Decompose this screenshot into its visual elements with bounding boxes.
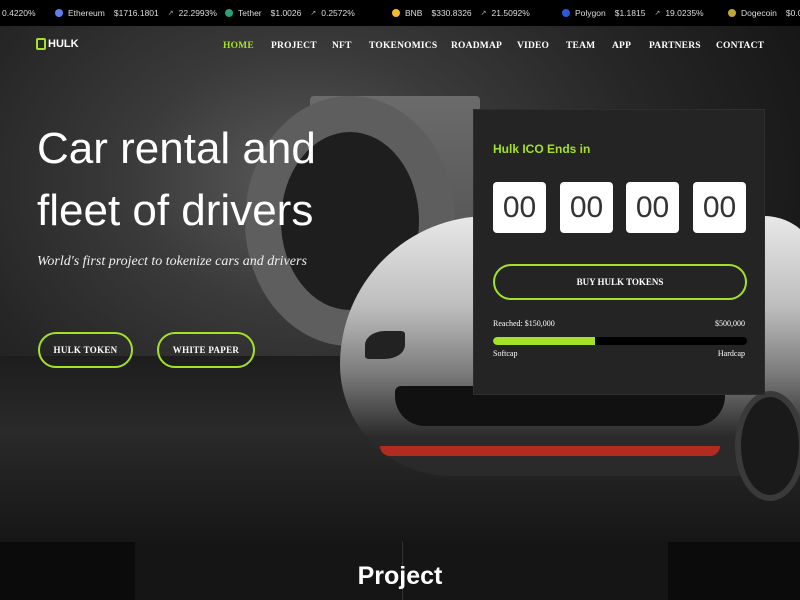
nav-app[interactable]: APP: [612, 41, 631, 51]
trend-icon: ↗: [310, 10, 317, 17]
ticker-change: 0.2572%: [321, 8, 355, 18]
ticker-change: 0.4220%: [2, 8, 36, 18]
nav-project[interactable]: PROJECT: [271, 41, 317, 51]
ticker-change: 22.2993%: [178, 8, 217, 18]
site-logo[interactable]: HULK: [36, 38, 79, 50]
logo-text: HULK: [48, 38, 79, 50]
hero-title: Car rental and fleet of drivers: [37, 118, 316, 242]
ticker-name: Dogecoin: [741, 8, 777, 18]
project-heading: Project: [357, 562, 443, 590]
ticker-price: $1.0026: [270, 8, 302, 18]
ticker-name: BNB: [405, 8, 423, 18]
ticker-item-tether: Tether $1.0026 ↗ 0.2572%: [225, 8, 355, 18]
white-paper-button[interactable]: WHITE PAPER: [157, 332, 255, 368]
ticker-name: Polygon: [575, 8, 606, 18]
hulk-token-button[interactable]: HULK TOKEN: [38, 332, 133, 368]
tether-icon: [225, 9, 233, 17]
countdown-days: 00: [493, 182, 546, 233]
crypto-ticker: 0.4220% Ethereum $1716.1801 ↗ 22.2993% T…: [0, 0, 800, 26]
nav-team[interactable]: TEAM: [566, 41, 595, 51]
dogecoin-icon: [728, 9, 736, 17]
ticker-price: $1.1815: [614, 8, 646, 18]
trend-icon: ↗: [654, 10, 661, 17]
trend-icon: ↗: [480, 10, 487, 17]
ico-panel: Hulk ICO Ends in 00 00 00 00 BUY HULK TO…: [473, 109, 765, 395]
countdown-minutes: 00: [626, 182, 679, 233]
ticker-item-bitcoin: 0.4220%: [0, 8, 36, 18]
reached-amount: Reached: $150,000: [493, 319, 555, 328]
ticker-item-ethereum: Ethereum $1716.1801 ↗ 22.2993%: [55, 8, 217, 18]
hardcap-label: Hardcap: [717, 349, 745, 358]
hero-title-line2: fleet of drivers: [37, 186, 314, 235]
ico-progress-bar: [493, 337, 747, 345]
ticker-name: Ethereum: [68, 8, 105, 18]
ticker-price: $1716.1801: [113, 8, 159, 18]
project-section: Project: [0, 542, 800, 600]
nav-contact[interactable]: CONTACT: [716, 41, 764, 51]
goal-amount: $500,000: [715, 319, 745, 328]
ticker-price: $0.07: [785, 8, 800, 18]
polygon-icon: [562, 9, 570, 17]
trend-icon: ↗: [167, 10, 174, 17]
bnb-icon: [392, 9, 400, 17]
ticker-name: Tether: [238, 8, 262, 18]
ticker-item-bnb: BNB $330.8326 ↗ 21.5092%: [392, 8, 530, 18]
nav-video[interactable]: VIDEO: [517, 41, 549, 51]
nav-tokenomics[interactable]: TOKENOMICS: [369, 41, 437, 51]
ico-progress-fill: [493, 337, 595, 345]
softcap-label: Softcap: [493, 349, 518, 358]
buy-tokens-button[interactable]: BUY HULK TOKENS: [493, 264, 747, 300]
ethereum-icon: [55, 9, 63, 17]
nav-partners[interactable]: PARTNERS: [649, 41, 701, 51]
logo-icon: [36, 38, 46, 50]
ticker-item-polygon: Polygon $1.1815 ↗ 19.0235%: [562, 8, 704, 18]
ico-title: Hulk ICO Ends in: [493, 142, 591, 156]
hero-title-line1: Car rental and: [37, 124, 316, 173]
hero-subtitle: World's first project to tokenize cars a…: [37, 254, 307, 269]
nav-home[interactable]: HOME: [223, 41, 254, 51]
nav-roadmap[interactable]: ROADMAP: [451, 41, 502, 51]
ticker-change: 19.0235%: [665, 8, 704, 18]
ticker-price: $330.8326: [431, 8, 472, 18]
nav-nft[interactable]: NFT: [332, 41, 352, 51]
ticker-item-dogecoin: Dogecoin $0.07: [728, 8, 800, 18]
ticker-change: 21.5092%: [491, 8, 530, 18]
countdown-seconds: 00: [693, 182, 746, 233]
countdown-hours: 00: [560, 182, 613, 233]
